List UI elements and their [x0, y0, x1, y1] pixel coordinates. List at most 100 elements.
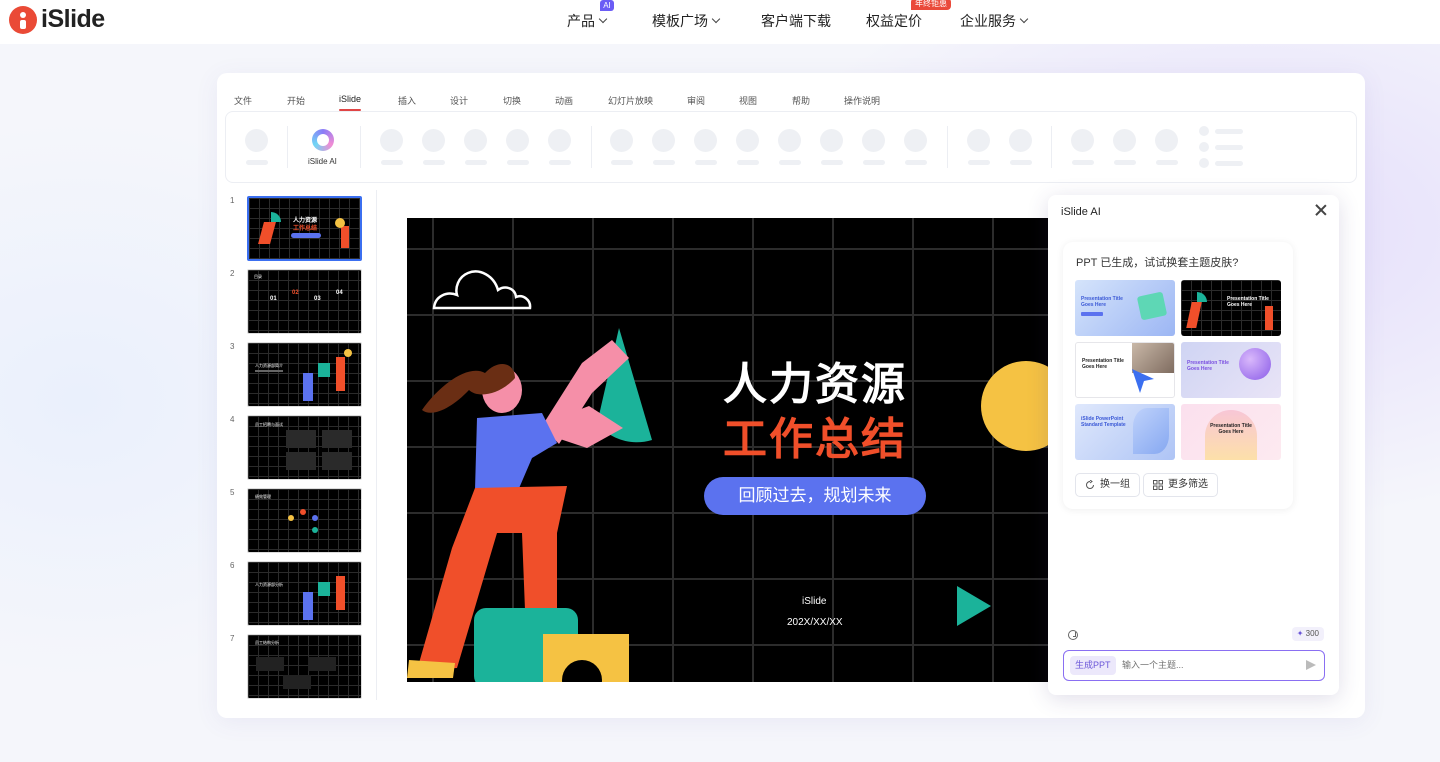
- thumb-title: 员工结构分析: [255, 640, 279, 645]
- theme-figure: [1186, 302, 1202, 328]
- tool-placeholder[interactable]: [1199, 158, 1209, 168]
- tool-placeholder[interactable]: [904, 129, 927, 152]
- more-filters-button[interactable]: 更多筛选: [1143, 473, 1218, 497]
- thumbnail-6[interactable]: 人力资源部分析: [247, 561, 362, 626]
- thumbnail-5[interactable]: 绩效管理: [247, 488, 362, 553]
- tab-slideshow[interactable]: 幻灯片放映: [608, 94, 653, 107]
- thumb-figure: [336, 357, 345, 391]
- tab-help[interactable]: 帮助: [792, 94, 810, 107]
- credits-value: 300: [1305, 629, 1319, 638]
- nav-templates[interactable]: 模板广场: [652, 11, 721, 31]
- thumbnail-1[interactable]: 人力资源 工作总结: [247, 196, 362, 261]
- tool-placeholder[interactable]: [464, 129, 487, 152]
- theme-option-4[interactable]: Presentation Title Goes Here: [1181, 342, 1281, 398]
- slide-canvas[interactable]: 人力资源 工作总结 回顾过去，规划未来 iSlide 202X/XX/XX: [407, 218, 1048, 682]
- nav-templates-label: 模板广场: [652, 13, 708, 29]
- thumb-box: [322, 452, 352, 470]
- tool-label-placeholder: [423, 160, 445, 165]
- islide-ai-button-label[interactable]: iSlide AI: [308, 157, 337, 166]
- thumb-item: 01: [270, 296, 277, 302]
- tool-placeholder[interactable]: [380, 129, 403, 152]
- sidebar-divider: [376, 190, 377, 700]
- thumbnail-4[interactable]: 员工招聘与面试: [247, 415, 362, 480]
- theme-option-5[interactable]: iSlide PowerPoint Standard Template: [1075, 404, 1175, 460]
- tab-file[interactable]: 文件: [234, 94, 252, 107]
- thumb-item: 03: [314, 296, 321, 302]
- islide-ai-icon[interactable]: [312, 129, 334, 151]
- tab-instructions[interactable]: 操作说明: [844, 94, 880, 107]
- thumbnail-7[interactable]: 员工结构分析: [247, 634, 362, 699]
- chevron-down-icon: [1019, 14, 1029, 24]
- tool-placeholder[interactable]: [422, 129, 445, 152]
- tool-placeholder[interactable]: [967, 129, 990, 152]
- tool-placeholder[interactable]: [1155, 129, 1178, 152]
- tab-design[interactable]: 设计: [450, 94, 468, 107]
- thumb-number: 6: [230, 561, 235, 570]
- thumbnail-2[interactable]: 目录 01 02 03 04: [247, 269, 362, 334]
- thumb-number: 7: [230, 634, 235, 643]
- swap-themes-button[interactable]: 换一组: [1075, 473, 1140, 497]
- nav-enterprise[interactable]: 企业服务: [960, 11, 1029, 31]
- thumb-figure: [336, 576, 345, 610]
- theme-title: Presentation Title Goes Here: [1187, 360, 1229, 372]
- tool-label-placeholder: [779, 160, 801, 165]
- nav-products[interactable]: 产品: [567, 11, 608, 31]
- ai-prompt-text: PPT 已生成，试试换套主题皮肤?: [1076, 257, 1239, 269]
- theme-option-3[interactable]: Presentation Title Goes Here: [1075, 342, 1175, 398]
- ai-suggestion-card: PPT 已生成，试试换套主题皮肤? Presentation Title Goe…: [1063, 242, 1293, 509]
- tool-placeholder[interactable]: [1113, 129, 1136, 152]
- tool-placeholder[interactable]: [694, 129, 717, 152]
- nav-pricing[interactable]: 权益定价: [866, 11, 922, 31]
- tool-placeholder[interactable]: [506, 129, 529, 152]
- tool-placeholder[interactable]: [736, 129, 759, 152]
- logo[interactable]: iSlide: [9, 5, 105, 34]
- history-clock-icon[interactable]: [1068, 630, 1078, 640]
- thumb-box: [308, 657, 336, 671]
- yellow-circle-shape: [981, 361, 1048, 451]
- tab-review[interactable]: 审阅: [687, 94, 705, 107]
- theme-title: Presentation Title Goes Here: [1082, 358, 1124, 370]
- generate-ppt-tag[interactable]: 生成PPT: [1070, 656, 1116, 675]
- tab-insert[interactable]: 插入: [398, 94, 416, 107]
- theme-option-2[interactable]: Presentation Title Goes Here: [1181, 280, 1281, 336]
- tool-placeholder[interactable]: [548, 129, 571, 152]
- tool-label-placeholder: [1215, 145, 1243, 150]
- tool-placeholder[interactable]: [1199, 126, 1209, 136]
- tab-animations[interactable]: 动画: [555, 94, 573, 107]
- thumb-number: 1: [230, 196, 235, 205]
- logo-text: iSlide: [41, 5, 105, 33]
- tool-label-placeholder: [695, 160, 717, 165]
- tool-placeholder[interactable]: [1199, 142, 1209, 152]
- nav-products-label: 产品: [567, 13, 595, 29]
- tool-placeholder[interactable]: [610, 129, 633, 152]
- nav-download[interactable]: 客户端下载: [761, 11, 831, 31]
- tool-placeholder[interactable]: [1009, 129, 1032, 152]
- more-filters-label: 更多筛选: [1168, 479, 1208, 490]
- tool-label-placeholder: [549, 160, 571, 165]
- toolbar-divider: [287, 126, 288, 168]
- tool-label-placeholder: [611, 160, 633, 165]
- tool-placeholder[interactable]: [652, 129, 675, 152]
- send-icon[interactable]: [1306, 660, 1316, 670]
- tab-islide[interactable]: iSlide: [339, 94, 361, 104]
- tool-placeholder[interactable]: [1071, 129, 1094, 152]
- ai-input-box: 生成PPT: [1063, 650, 1325, 681]
- tool-label-placeholder: [1072, 160, 1094, 165]
- theme-option-6[interactable]: Presentation Title Goes Here: [1181, 404, 1281, 460]
- tool-placeholder[interactable]: [862, 129, 885, 152]
- topic-input[interactable]: [1122, 655, 1292, 675]
- tab-home[interactable]: 开始: [287, 94, 305, 107]
- tool-placeholder[interactable]: [245, 129, 268, 152]
- chevron-down-icon: [598, 14, 608, 24]
- tab-transitions[interactable]: 切换: [503, 94, 521, 107]
- tool-placeholder[interactable]: [778, 129, 801, 152]
- toolbar-divider: [947, 126, 948, 168]
- tool-placeholder[interactable]: [820, 129, 843, 152]
- close-icon[interactable]: [1313, 202, 1329, 218]
- tab-view[interactable]: 视图: [739, 94, 757, 107]
- theme-option-1[interactable]: Presentation Title Goes Here: [1075, 280, 1175, 336]
- nav-download-label: 客户端下载: [761, 13, 831, 29]
- thumbnail-3[interactable]: 人力资源部简介: [247, 342, 362, 407]
- thumb-figure: [303, 592, 313, 620]
- thumb-line: [255, 370, 283, 372]
